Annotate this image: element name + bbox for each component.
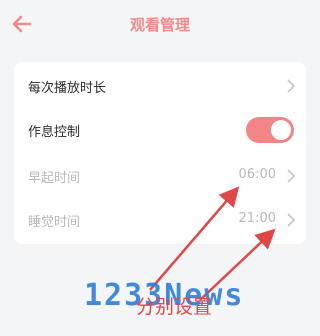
chevron-right-icon [287, 169, 296, 183]
top-bar: 观看管理 [0, 0, 320, 48]
page-title: 观看管理 [129, 16, 190, 34]
toggle-knob [271, 120, 291, 140]
sleep-time-label: 睡觉时间 [28, 215, 81, 230]
play-duration-row[interactable]: 每次播放时长 [14, 64, 306, 108]
sleep-time-row[interactable]: 睡觉时间 21:00 [14, 198, 306, 242]
wake-time-value: 06:00 [238, 167, 276, 182]
chevron-right-icon [287, 79, 296, 93]
schedule-control-row: 作息控制 [14, 108, 306, 152]
play-duration-label: 每次播放时长 [28, 81, 107, 96]
sleep-time-value: 21:00 [238, 211, 276, 226]
schedule-control-label: 作息控制 [28, 125, 81, 140]
wake-time-label: 早起时间 [28, 171, 81, 186]
schedule-control-toggle[interactable] [246, 117, 294, 143]
annotation-caption: 分别设置 [136, 296, 213, 318]
wake-time-row[interactable]: 早起时间 06:00 [14, 154, 306, 198]
settings-card: 每次播放时长 作息控制 早起时间 06:00 睡觉时间 21:00 [14, 62, 306, 244]
chevron-right-icon [287, 213, 296, 227]
